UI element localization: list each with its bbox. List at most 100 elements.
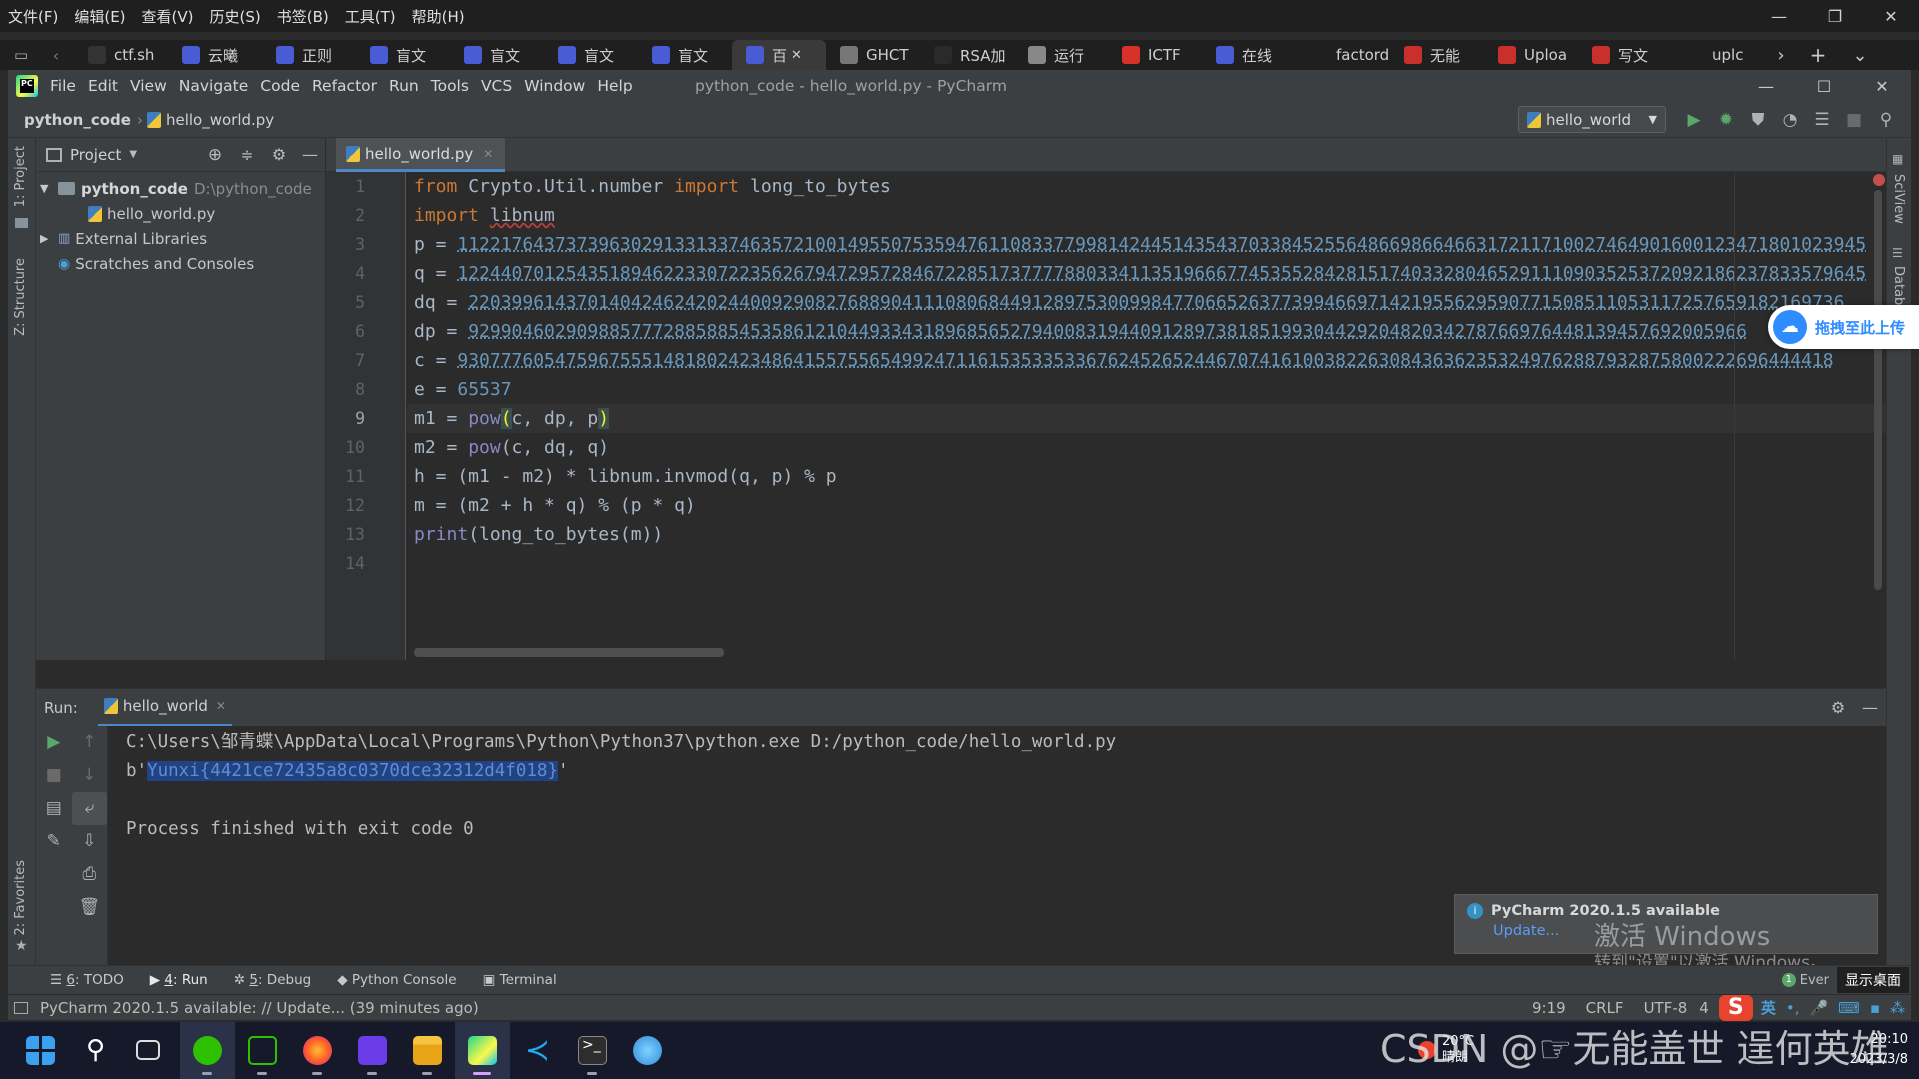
browser-menu-file[interactable]: 文件(F): [8, 6, 58, 27]
file-encoding[interactable]: UTF-8: [1644, 999, 1688, 1017]
event-log[interactable]: 1 Ever: [1781, 973, 1829, 988]
code-editor[interactable]: from Crypto.Util.number import long_to_b…: [407, 172, 1886, 660]
tool-tab-run[interactable]: ▶ 4: Run: [150, 972, 208, 988]
browser-menu-tools[interactable]: 工具(T): [345, 6, 396, 27]
tool-window-sciview[interactable]: SciView: [1891, 174, 1906, 224]
minimize-icon[interactable]: —: [1737, 77, 1795, 96]
ide-menu-view[interactable]: View: [130, 77, 167, 95]
locate-file-icon[interactable]: ⊕: [199, 145, 231, 165]
close-tab-icon[interactable]: ✕: [216, 699, 226, 713]
run-configuration-selector[interactable]: hello_world ▼: [1518, 106, 1666, 133]
expand-arrow-icon[interactable]: ▼: [40, 182, 58, 195]
tool-tab-terminal[interactable]: ▣ Terminal: [483, 972, 557, 988]
ide-menu-tools[interactable]: Tools: [431, 77, 469, 95]
maximize-icon[interactable]: ☐: [1795, 77, 1853, 96]
tool-window-project[interactable]: 1: Project: [13, 146, 28, 207]
close-tab-icon[interactable]: ✕: [483, 147, 493, 161]
tool-window-favorites[interactable]: 2: Favorites: [13, 860, 28, 936]
taskbar-explorer[interactable]: [400, 1022, 455, 1079]
browser-tab[interactable]: 百 ✕: [732, 40, 826, 70]
soft-wrap-icon[interactable]: ⤶: [71, 792, 107, 825]
browser-tab[interactable]: 盲文: [638, 40, 732, 70]
hide-panel-icon[interactable]: —: [295, 145, 325, 164]
taskbar-firefox[interactable]: [290, 1022, 345, 1079]
ide-menu-run[interactable]: Run: [389, 77, 419, 95]
debug-icon[interactable]: ✹: [1710, 110, 1742, 130]
tabs-scroll-left-icon[interactable]: ‹: [38, 46, 74, 65]
run-icon[interactable]: ▶: [1678, 110, 1710, 130]
taskbar-app-globe[interactable]: [620, 1022, 675, 1079]
browser-menu-history[interactable]: 历史(S): [210, 6, 261, 27]
hide-panel-icon[interactable]: —: [1854, 698, 1886, 717]
editor-horizontal-scrollbar[interactable]: [414, 648, 724, 657]
indent-setting[interactable]: 4: [1699, 999, 1709, 1017]
browser-menu-edit[interactable]: 编辑(E): [74, 6, 125, 27]
tool-tab-todo[interactable]: ☰ 6: TODO: [50, 972, 124, 988]
print-icon[interactable]: ⎙: [72, 858, 108, 891]
taskbar-pycharm[interactable]: [455, 1022, 510, 1079]
expand-arrow-icon[interactable]: ▶: [40, 232, 58, 245]
close-icon[interactable]: ✕: [1863, 7, 1919, 26]
minimize-icon[interactable]: —: [1751, 7, 1807, 26]
browser-tab[interactable]: uplc: [1672, 40, 1766, 70]
stop-icon[interactable]: ■: [36, 759, 72, 792]
editor-tab-hello-world[interactable]: hello_world.py ✕: [336, 138, 506, 172]
ide-menu-help[interactable]: Help: [597, 77, 632, 95]
browser-tab[interactable]: factordb: [1296, 40, 1390, 70]
breadcrumb-file[interactable]: hello_world.py: [166, 111, 274, 129]
browser-menu-help[interactable]: 帮助(H): [412, 6, 465, 27]
rerun-icon[interactable]: ▶: [36, 726, 72, 759]
ide-menu-navigate[interactable]: Navigate: [179, 77, 249, 95]
project-view-selector[interactable]: Project: [70, 146, 121, 164]
taskbar-remote[interactable]: [235, 1022, 290, 1079]
tree-external-libraries[interactable]: ▶ ▥ External Libraries: [36, 226, 325, 251]
taskbar-task-view[interactable]: [123, 1022, 178, 1079]
start-button[interactable]: [13, 1022, 68, 1079]
browser-menu-view[interactable]: 查看(V): [142, 6, 194, 27]
ide-menu-file[interactable]: File: [50, 77, 76, 95]
browser-tab[interactable]: ICTF: [1108, 40, 1202, 70]
browser-tab[interactable]: 运行: [1014, 40, 1108, 70]
run-tab-hello-world[interactable]: hello_world ✕: [97, 689, 232, 727]
tree-file[interactable]: hello_world.py: [36, 201, 325, 226]
ide-menu-edit[interactable]: Edit: [88, 77, 118, 95]
browser-tab[interactable]: 盲文: [356, 40, 450, 70]
browser-tab[interactable]: 在线: [1202, 40, 1296, 70]
browser-tab[interactable]: Uploa: [1484, 40, 1578, 70]
browser-tab[interactable]: 写文: [1578, 40, 1672, 70]
ime-toolbar[interactable]: S 英 •, 🎤 ⌨ ▪ ⁂: [1718, 994, 1905, 1021]
caret-position[interactable]: 9:19: [1532, 999, 1566, 1017]
browser-tab[interactable]: ctf.sh: [74, 40, 168, 70]
browser-tab[interactable]: GHCT: [826, 40, 920, 70]
chevron-down-icon[interactable]: ▼: [129, 149, 137, 160]
down-arrow-icon[interactable]: ↓: [72, 759, 108, 792]
taskbar-vscode[interactable]: ≺: [510, 1022, 565, 1079]
concurrency-icon[interactable]: ☰: [1806, 110, 1838, 130]
tree-scratches[interactable]: ◉ Scratches and Consoles: [36, 251, 325, 276]
restore-icon[interactable]: ❐: [1807, 7, 1863, 26]
tool-window-database[interactable]: Datab: [1891, 266, 1906, 305]
collapse-all-icon[interactable]: ≑: [231, 146, 263, 164]
layout-icon[interactable]: ▤: [36, 792, 72, 825]
up-arrow-icon[interactable]: ↑: [72, 726, 108, 759]
sidebar-toggle-icon[interactable]: ▭: [14, 46, 38, 64]
taskbar-terminal[interactable]: >_: [565, 1022, 620, 1079]
coverage-icon[interactable]: ⛊: [1742, 110, 1774, 130]
upload-drop-widget[interactable]: ☁ 拖拽至此上传: [1768, 305, 1919, 349]
ide-menu-refactor[interactable]: Refactor: [312, 77, 377, 95]
status-message[interactable]: PyCharm 2020.1.5 available: // Update...…: [40, 999, 479, 1017]
stop-icon[interactable]: ■: [1838, 110, 1870, 130]
editor-vertical-scrollbar[interactable]: [1874, 190, 1882, 590]
tool-window-structure[interactable]: Z: Structure: [13, 258, 28, 336]
browser-tab[interactable]: RSA加: [920, 40, 1014, 70]
browser-tab[interactable]: 盲文: [450, 40, 544, 70]
profile-icon[interactable]: ◔: [1774, 110, 1806, 130]
browser-tab[interactable]: 无能: [1390, 40, 1484, 70]
pin-icon[interactable]: ✎: [36, 825, 72, 858]
new-tab-icon[interactable]: +: [1796, 43, 1840, 67]
tool-tab-debug[interactable]: ✲ 5: Debug: [234, 972, 311, 988]
close-tab-icon[interactable]: ✕: [791, 48, 802, 63]
tabs-scroll-right-icon[interactable]: ›: [1766, 45, 1796, 66]
taskbar-wechat[interactable]: [180, 1022, 235, 1079]
browser-tab[interactable]: 盲文: [544, 40, 638, 70]
